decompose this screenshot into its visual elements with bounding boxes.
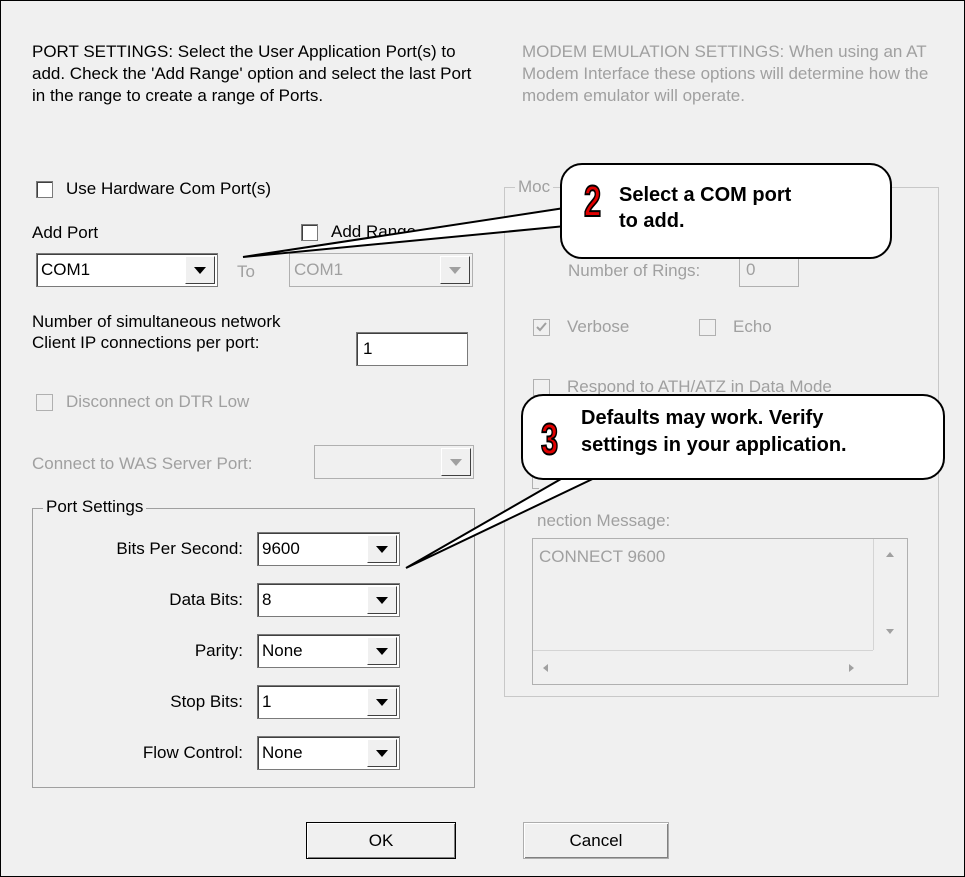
chevron-down-icon	[376, 750, 388, 757]
chevron-down-icon	[376, 546, 388, 553]
disconnect-dtr-label: Disconnect on DTR Low	[66, 392, 250, 411]
disconnect-dtr-checkbox[interactable]	[36, 394, 53, 411]
echo-label: Echo	[733, 317, 772, 336]
connection-message-box[interactable]: CONNECT 9600	[532, 538, 908, 685]
scroll-up-icon[interactable]	[886, 552, 894, 557]
rings-label: Number of Rings:	[568, 261, 701, 280]
ok-button[interactable]: OK	[306, 822, 456, 859]
flow-control-value: None	[262, 743, 303, 762]
was-server-label: Connect to WAS Server Port:	[32, 454, 253, 473]
callout-2-text-line1: Select a COM port	[619, 184, 792, 206]
bps-dropdown-button[interactable]	[367, 535, 397, 563]
bps-select[interactable]: 9600	[257, 532, 400, 566]
add-port-value: COM1	[41, 260, 91, 279]
callout-3-text-line2: settings in your application.	[581, 434, 847, 456]
use-hardware-checkbox[interactable]	[36, 181, 53, 198]
cancel-button[interactable]: Cancel	[523, 822, 669, 859]
chevron-down-icon	[376, 648, 388, 655]
stop-bits-value: 1	[262, 692, 272, 711]
verbose-label: Verbose	[567, 317, 630, 336]
bps-label: Bits Per Second:	[116, 539, 243, 558]
add-range-label: Add Range	[331, 222, 417, 241]
data-bits-label: Data Bits:	[169, 590, 243, 609]
connections-value: 1	[363, 339, 373, 358]
callout-2-text-line2: to add.	[619, 210, 685, 232]
callout-3-number: 3	[540, 415, 559, 464]
data-bits-value: 8	[262, 590, 272, 609]
modem-settings-group-title: Moc	[515, 177, 554, 197]
callout-3: 3 Defaults may work. Verify settings in …	[521, 394, 945, 480]
to-port-select[interactable]: COM1	[289, 253, 473, 287]
port-settings-header: PORT SETTINGS: Select the User Applicati…	[32, 42, 472, 105]
connection-message-label: nection Message:	[537, 511, 671, 530]
chevron-down-icon	[194, 267, 206, 274]
add-range-checkbox[interactable]	[301, 224, 318, 241]
to-label: To	[237, 262, 255, 281]
stop-bits-label: Stop Bits:	[170, 692, 243, 711]
to-port-dropdown-button[interactable]	[440, 256, 470, 284]
port-settings-group-title: Port Settings	[43, 497, 147, 517]
modem-settings-header: MODEM EMULATION SETTINGS: When using an …	[522, 42, 929, 105]
flow-control-select[interactable]: None	[257, 736, 400, 770]
scroll-down-icon[interactable]	[886, 629, 894, 634]
connections-label-line1: Number of simultaneous network	[32, 312, 281, 331]
port-settings-dialog: PORT SETTINGS: Select the User Applicati…	[0, 0, 965, 877]
was-server-select[interactable]	[314, 445, 474, 479]
flow-control-label: Flow Control:	[142, 743, 243, 762]
flow-control-dropdown-button[interactable]	[367, 739, 397, 767]
to-port-value: COM1	[294, 260, 344, 279]
callout-2-number: 2	[583, 177, 602, 226]
chevron-down-icon	[376, 699, 388, 706]
scroll-right-icon[interactable]	[849, 664, 854, 672]
bps-value: 9600	[262, 539, 300, 558]
was-server-dropdown-button[interactable]	[441, 448, 471, 476]
message-horizontal-scrollbar[interactable]	[533, 650, 873, 685]
use-hardware-label: Use Hardware Com Port(s)	[66, 179, 271, 198]
parity-label: Parity:	[194, 641, 243, 660]
chevron-down-icon	[376, 597, 388, 604]
chevron-down-icon	[449, 267, 461, 274]
parity-value: None	[262, 641, 303, 660]
data-bits-dropdown-button[interactable]	[367, 586, 397, 614]
parity-select[interactable]: None	[257, 634, 400, 668]
stop-bits-dropdown-button[interactable]	[367, 688, 397, 716]
connections-label-line2: Client IP connections per port:	[32, 333, 260, 352]
echo-checkbox[interactable]	[699, 319, 716, 336]
connections-input[interactable]: 1	[356, 332, 468, 366]
data-bits-select[interactable]: 8	[257, 583, 400, 617]
add-port-dropdown-button[interactable]	[185, 256, 215, 284]
check-icon	[536, 322, 547, 332]
scroll-left-icon[interactable]	[543, 664, 548, 672]
add-port-label: Add Port	[32, 223, 99, 242]
stop-bits-select[interactable]: 1	[257, 685, 400, 719]
connection-message-value: CONNECT 9600	[539, 547, 666, 566]
add-port-select[interactable]: COM1	[36, 253, 218, 287]
callout-2: 2 Select a COM port to add.	[560, 163, 892, 259]
rings-value: 0	[746, 260, 756, 279]
verbose-checkbox[interactable]	[533, 319, 550, 336]
callout-3-text-line1: Defaults may work. Verify	[581, 407, 824, 429]
message-vertical-scrollbar[interactable]	[873, 539, 908, 650]
chevron-down-icon	[450, 459, 462, 466]
parity-dropdown-button[interactable]	[367, 637, 397, 665]
